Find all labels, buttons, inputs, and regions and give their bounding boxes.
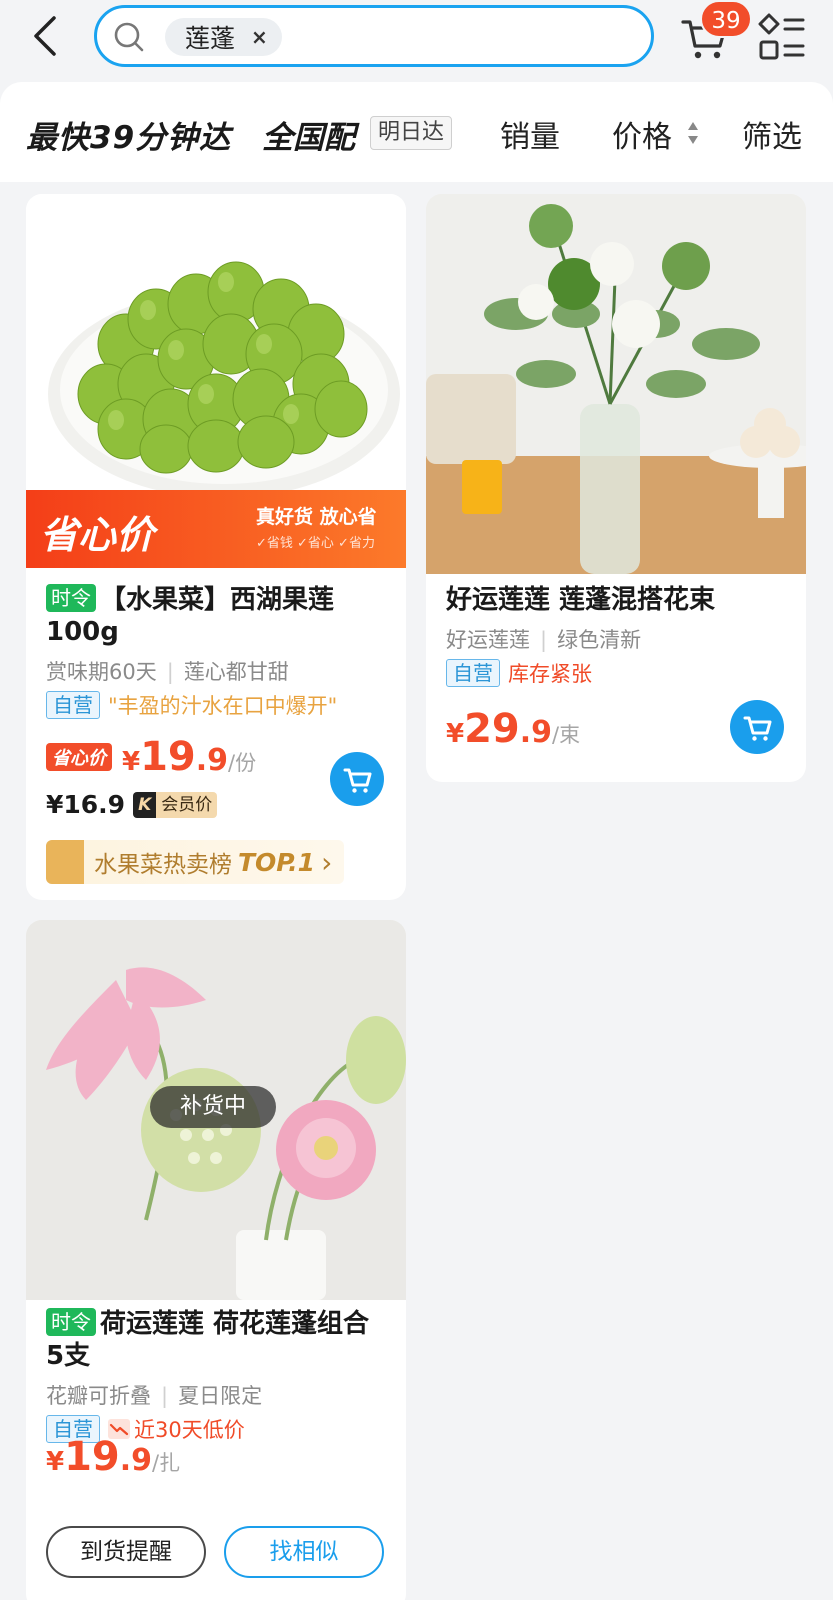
product-image-lotus-bouquet: [426, 194, 806, 574]
top-bar: 莲蓬 × 39: [0, 0, 833, 82]
tag-row: 自营 "丰盈的汁水在口中爆开": [46, 690, 337, 720]
find-similar-button[interactable]: 找相似: [224, 1526, 384, 1578]
member-price-tag: K 会员价: [133, 791, 218, 818]
chevron-right-icon: ›: [321, 845, 333, 879]
add-to-cart-button[interactable]: [730, 700, 784, 754]
product-title[interactable]: 时令 【水果菜】西湖果莲100g: [46, 584, 386, 648]
product-subtitle: 赏味期60天 | 莲心都甘甜: [46, 656, 289, 686]
promo-slogan: 真好货 放心省: [256, 506, 377, 528]
rank-label: 水果菜热卖榜: [94, 852, 232, 878]
product-price: ¥29.9/束: [446, 706, 581, 752]
sort-arrows-icon[interactable]: [686, 120, 700, 146]
menu-grid-icon[interactable]: [757, 12, 805, 62]
self-operated-tag: 自营: [446, 659, 500, 687]
member-logo: K: [133, 791, 157, 818]
back-arrow-icon[interactable]: [28, 14, 64, 58]
filter-fastest-delivery[interactable]: 最快39分钟达: [26, 112, 231, 157]
promo-banner: 省心价 真好货 放心省 ✓省钱 ✓省心 ✓省力: [26, 490, 406, 568]
subtitle-divider: |: [540, 628, 548, 652]
cart-count-badge: 39: [700, 0, 752, 38]
seasonal-tag: 时令: [46, 1308, 96, 1336]
promo-benefits: ✓省钱 ✓省心 ✓省力: [256, 536, 375, 551]
product-title[interactable]: 时令 荷运莲莲 荷花莲蓬组合 5支: [46, 1308, 386, 1372]
member-price-row: ¥16.9 K 会员价: [46, 790, 218, 819]
product-card-lotus-bouquet[interactable]: 好运莲莲 莲蓬混搭花束 好运莲莲 | 绿色清新 自营 库存紧张 ¥29.9/束: [426, 194, 806, 782]
product-subtitle: 好运莲莲 | 绿色清新: [446, 624, 641, 654]
product-image-lotus-combo: 补货中: [26, 920, 406, 1300]
member-price-label: 会员价: [156, 791, 218, 818]
subtitle-b: 莲心都甘甜: [183, 660, 289, 684]
promo-price-tag: 省心价: [46, 743, 112, 771]
clear-keyword-icon[interactable]: ×: [251, 25, 268, 49]
product-title-text: 好运莲莲 莲蓬混搭花束: [446, 585, 716, 615]
filter-nationwide[interactable]: 全国配: [262, 112, 355, 157]
product-price: ¥19.9/份: [122, 734, 257, 780]
subtitle-a: 花瓣可折叠: [46, 1384, 151, 1408]
promo-banner-title: 省心价: [40, 513, 155, 557]
seasonal-tag: 时令: [46, 584, 96, 612]
product-subtitle: 花瓣可折叠 | 夏日限定: [46, 1380, 262, 1410]
subtitle-b: 绿色清新: [557, 628, 642, 652]
subtitle-a: 赏味期60天: [46, 660, 157, 684]
subtitle-b: 夏日限定: [178, 1384, 263, 1408]
tomorrow-delivery-tag[interactable]: 明日达: [370, 116, 453, 150]
low-stock-label: 库存紧张: [508, 662, 592, 686]
search-keyword-chip[interactable]: 莲蓬 ×: [165, 18, 282, 56]
product-price: ¥19.9/扎: [46, 1434, 181, 1480]
search-keyword: 莲蓬: [185, 24, 236, 53]
sort-by-price[interactable]: 价格: [612, 112, 672, 156]
subtitle-divider: |: [161, 1384, 169, 1408]
product-card-lotus-seeds[interactable]: 省心价 真好货 放心省 ✓省钱 ✓省心 ✓省力 时令 【水果菜】西湖果莲100g …: [26, 194, 406, 900]
add-cart-icon: [743, 716, 772, 741]
trophy-icon: [46, 840, 84, 884]
filter-button[interactable]: 筛选: [742, 112, 802, 156]
tag-row: 自营 库存紧张: [446, 658, 592, 688]
bestseller-rank-link[interactable]: 水果菜热卖榜 TOP.1 ›: [46, 840, 345, 884]
product-title[interactable]: 好运莲莲 莲蓬混搭花束: [446, 584, 791, 616]
member-price: ¥16.9: [46, 790, 126, 819]
rank-position: TOP.1: [238, 847, 316, 877]
restock-reminder-button[interactable]: 到货提醒: [46, 1526, 206, 1578]
subtitle-divider: |: [166, 660, 174, 684]
self-operated-tag: 自营: [46, 691, 100, 719]
subtitle-a: 好运莲莲: [446, 628, 530, 652]
price-row: 省心价 ¥19.9/份: [46, 734, 256, 780]
search-icon: [114, 22, 144, 52]
review-quote: "丰盈的汁水在口中爆开": [108, 694, 338, 718]
add-to-cart-button[interactable]: [330, 752, 384, 806]
sort-by-sales[interactable]: 销量: [500, 112, 560, 156]
search-box[interactable]: 莲蓬 ×: [94, 5, 654, 67]
filter-bar: 最快39分钟达 全国配 明日达 销量 价格 筛选: [0, 82, 833, 182]
add-cart-icon: [343, 768, 372, 793]
product-card-lotus-combo[interactable]: 补货中 时令 荷运莲莲 荷花莲蓬组合 5支 花瓣可折叠 | 夏日限定 自营 近30天低…: [26, 920, 406, 1600]
restocking-overlay: 补货中: [150, 1086, 276, 1128]
